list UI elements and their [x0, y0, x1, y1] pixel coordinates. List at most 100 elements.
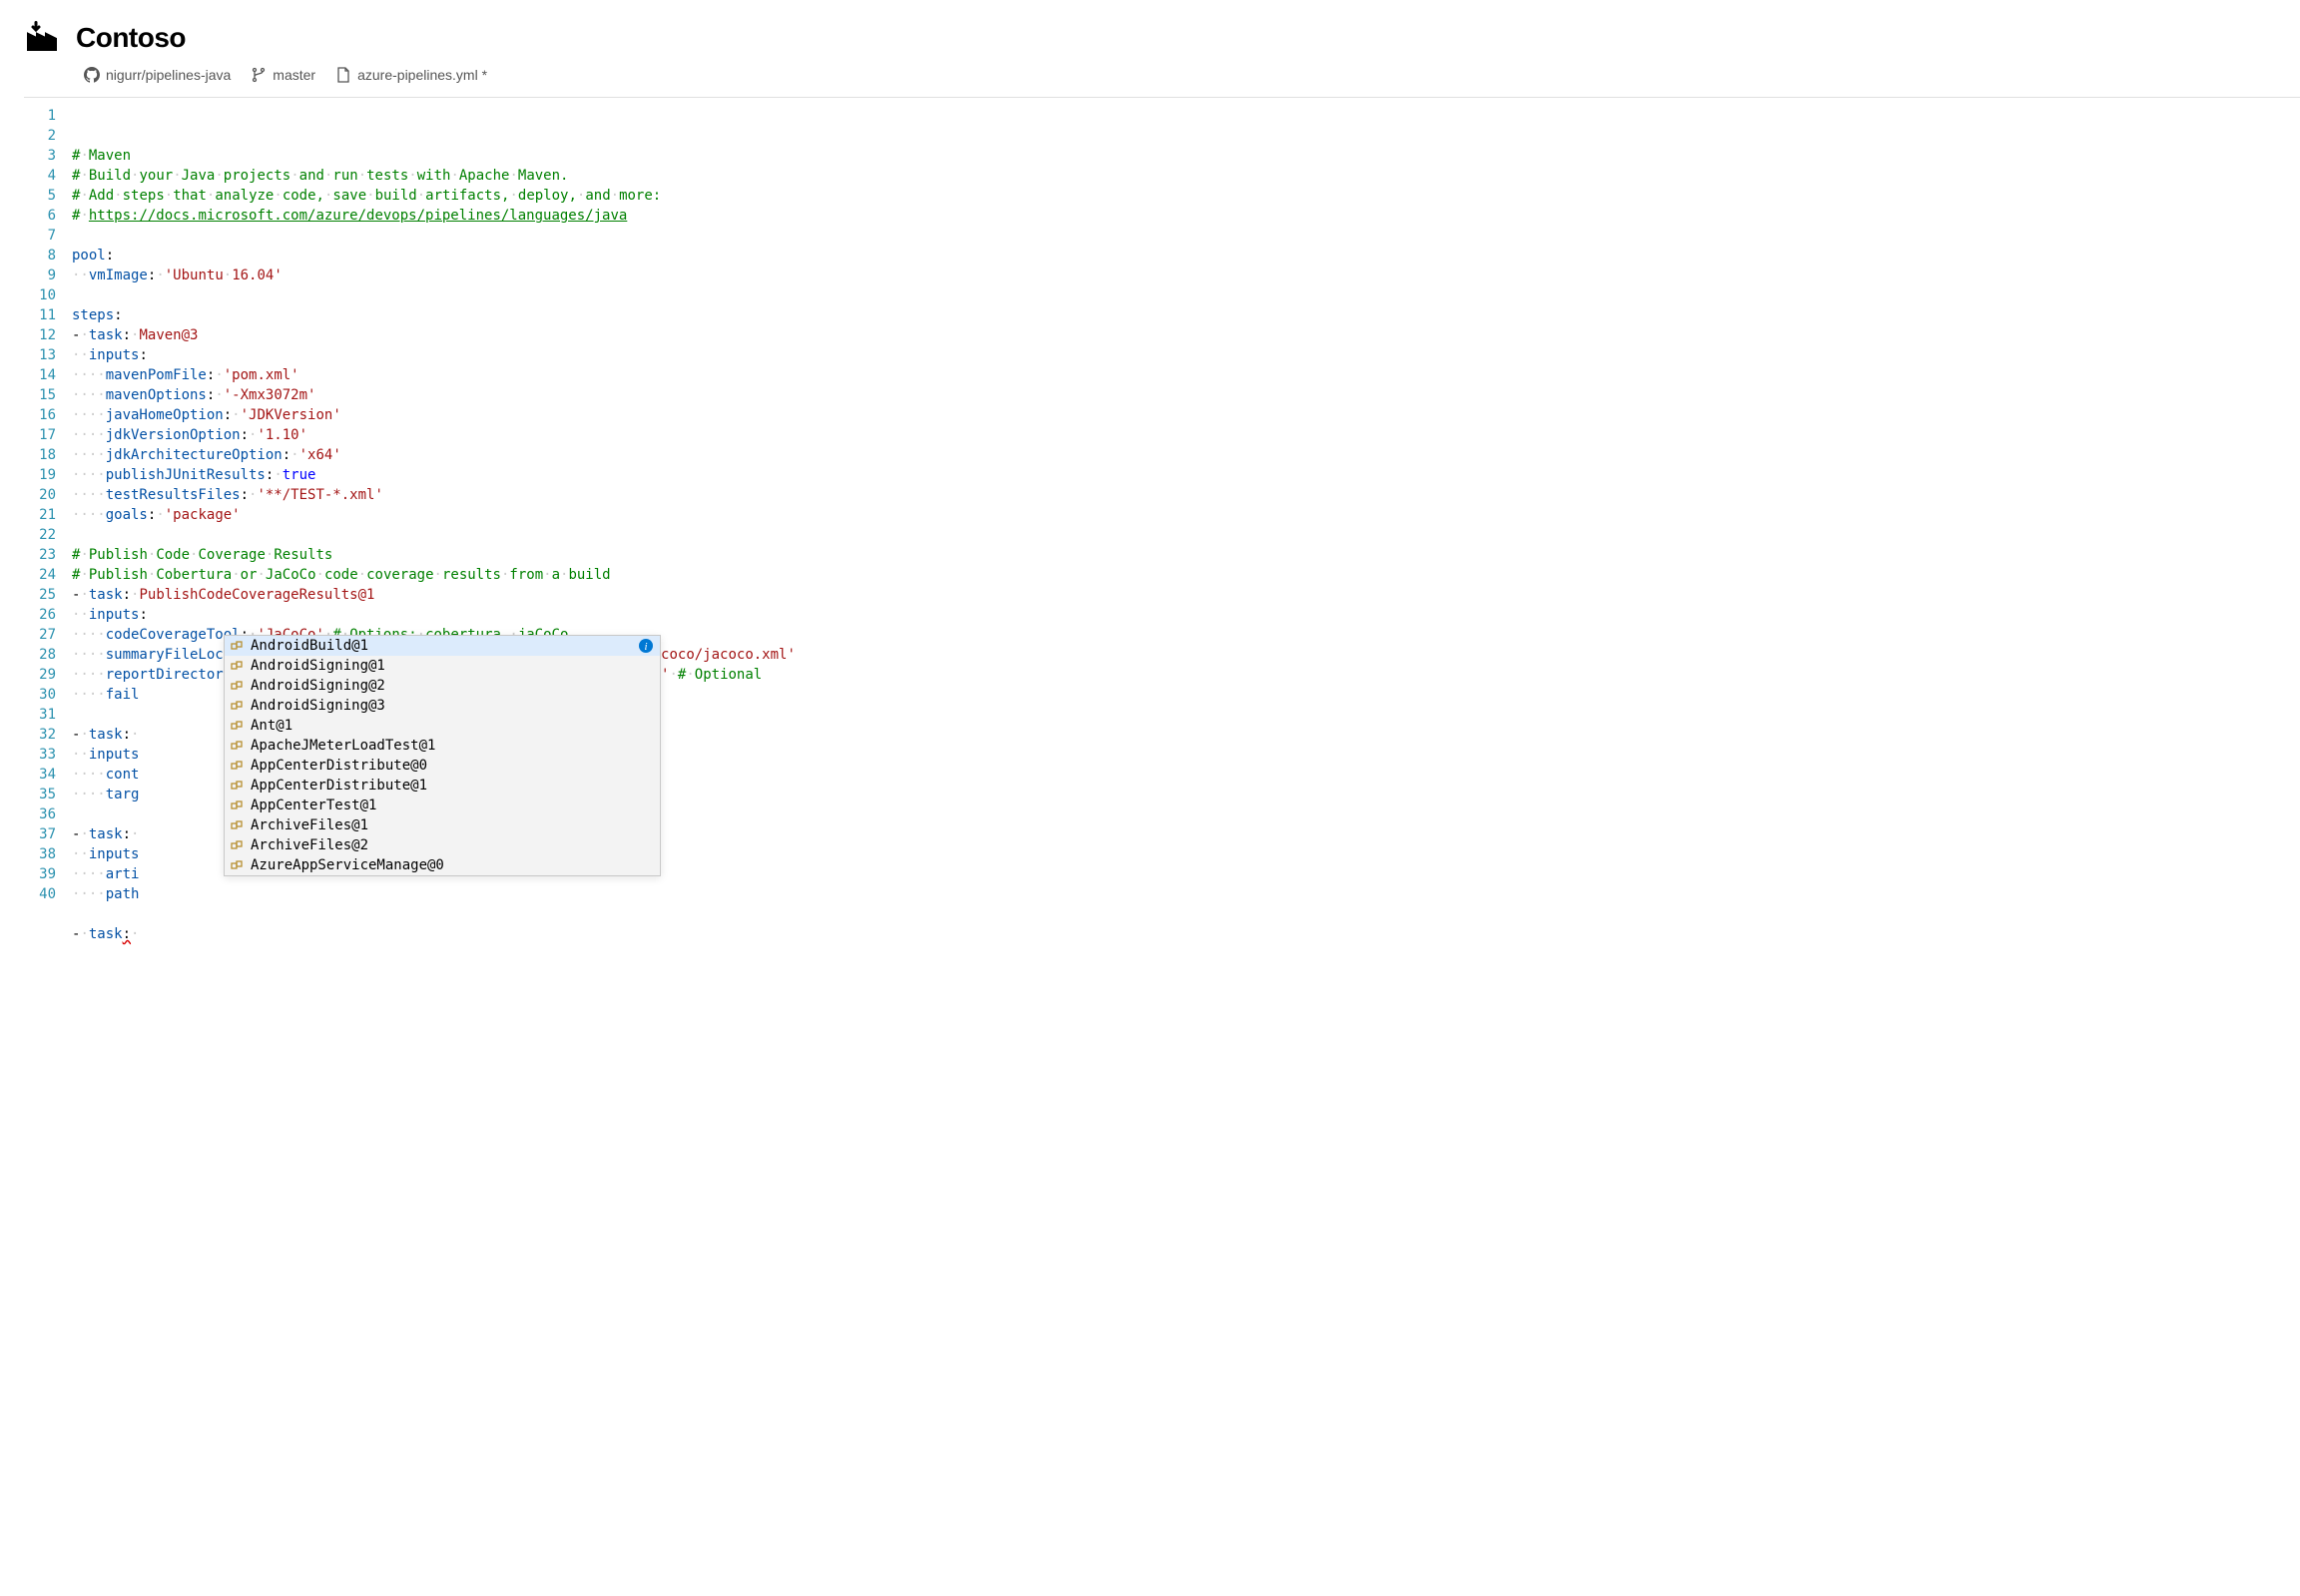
header: Contoso: [0, 0, 2300, 57]
autocomplete-label: Ant@1: [251, 716, 654, 736]
line-number: 26: [24, 605, 56, 625]
code-line[interactable]: ··vmImage:·'Ubuntu·16.04': [68, 266, 2300, 285]
line-number: 16: [24, 405, 56, 425]
code-content[interactable]: #·Maven#·Build·your·Java·projects·and·ru…: [68, 98, 2300, 992]
line-number: 37: [24, 824, 56, 844]
autocomplete-label: AppCenterDistribute@0: [251, 756, 654, 776]
line-number: 24: [24, 565, 56, 585]
module-icon: [231, 719, 245, 733]
line-number: 30: [24, 685, 56, 705]
code-line[interactable]: ··inputs:: [68, 605, 2300, 625]
code-line[interactable]: ····path: [68, 884, 2300, 904]
line-number: 8: [24, 246, 56, 266]
code-line[interactable]: ····jdkVersionOption:·'1.10': [68, 425, 2300, 445]
line-number: 17: [24, 425, 56, 445]
code-line[interactable]: #·Maven: [68, 146, 2300, 166]
autocomplete-label: AndroidSigning@3: [251, 696, 654, 716]
line-number: 22: [24, 525, 56, 545]
line-number: 33: [24, 745, 56, 765]
line-number: 27: [24, 625, 56, 645]
code-line[interactable]: ····publishJUnitResults:·true: [68, 465, 2300, 485]
module-icon: [231, 739, 245, 753]
autocomplete-label: ArchiveFiles@2: [251, 835, 654, 855]
breadcrumb-file[interactable]: azure-pipelines.yml *: [335, 67, 487, 83]
code-line[interactable]: -·task:·: [68, 924, 2300, 944]
autocomplete-item[interactable]: ArchiveFiles@1: [225, 815, 660, 835]
code-line[interactable]: steps:: [68, 305, 2300, 325]
line-number: 3: [24, 146, 56, 166]
code-line[interactable]: pool:: [68, 246, 2300, 266]
autocomplete-item[interactable]: Ant@1: [225, 716, 660, 736]
line-number: 31: [24, 705, 56, 725]
module-icon: [231, 818, 245, 832]
breadcrumb-repo-label: nigurr/pipelines-java: [106, 67, 231, 83]
autocomplete-item[interactable]: AppCenterTest@1: [225, 796, 660, 815]
line-number: 34: [24, 765, 56, 785]
line-number: 6: [24, 206, 56, 226]
line-number: 40: [24, 884, 56, 904]
autocomplete-label: AndroidBuild@1: [251, 636, 632, 656]
module-icon: [231, 639, 245, 653]
breadcrumb-branch[interactable]: master: [251, 67, 315, 83]
code-line[interactable]: #·Build·your·Java·projects·and·run·tests…: [68, 166, 2300, 186]
autocomplete-item[interactable]: AndroidSigning@3: [225, 696, 660, 716]
autocomplete-item[interactable]: ArchiveFiles@2: [225, 835, 660, 855]
line-number: 1: [24, 106, 56, 126]
autocomplete-popup[interactable]: AndroidBuild@1iAndroidSigning@1AndroidSi…: [224, 635, 661, 876]
line-number: 2: [24, 126, 56, 146]
code-line[interactable]: ····goals:·'package': [68, 505, 2300, 525]
code-editor[interactable]: 1234567891011121314151617181920212223242…: [24, 98, 2300, 992]
code-line[interactable]: #·https://docs.microsoft.com/azure/devop…: [68, 206, 2300, 226]
line-number: 4: [24, 166, 56, 186]
code-line[interactable]: ····jdkArchitectureOption:·'x64': [68, 445, 2300, 465]
line-number: 38: [24, 844, 56, 864]
code-line[interactable]: ····javaHomeOption:·'JDKVersion': [68, 405, 2300, 425]
autocomplete-item[interactable]: AndroidSigning@2: [225, 676, 660, 696]
autocomplete-label: AppCenterTest@1: [251, 796, 654, 815]
line-number: 13: [24, 345, 56, 365]
code-line[interactable]: -·task:·PublishCodeCoverageResults@1: [68, 585, 2300, 605]
line-number: 18: [24, 445, 56, 465]
code-line[interactable]: -·task:·Maven@3: [68, 325, 2300, 345]
autocomplete-item[interactable]: AppCenterDistribute@0: [225, 756, 660, 776]
info-icon[interactable]: i: [638, 638, 654, 654]
module-icon: [231, 699, 245, 713]
github-icon: [84, 67, 100, 83]
line-number: 35: [24, 785, 56, 804]
code-line[interactable]: [68, 226, 2300, 246]
code-line[interactable]: ··inputs:: [68, 345, 2300, 365]
code-line[interactable]: ····testResultsFiles:·'**/TEST-*.xml': [68, 485, 2300, 505]
module-icon: [231, 759, 245, 773]
code-line[interactable]: [68, 904, 2300, 924]
autocomplete-item[interactable]: ApacheJMeterLoadTest@1: [225, 736, 660, 756]
line-number: 36: [24, 804, 56, 824]
line-number: 25: [24, 585, 56, 605]
line-number: 12: [24, 325, 56, 345]
autocomplete-label: ArchiveFiles@1: [251, 815, 654, 835]
code-line[interactable]: #·Publish·Cobertura·or·JaCoCo·code·cover…: [68, 565, 2300, 585]
line-number: 19: [24, 465, 56, 485]
module-icon: [231, 798, 245, 812]
autocomplete-label: AzureAppServiceManage@0: [251, 855, 654, 875]
code-line[interactable]: #·Publish·Code·Coverage·Results: [68, 545, 2300, 565]
line-number: 11: [24, 305, 56, 325]
code-line[interactable]: [68, 525, 2300, 545]
autocomplete-item[interactable]: AndroidBuild@1 i: [225, 636, 660, 656]
breadcrumb-file-label: azure-pipelines.yml *: [357, 67, 487, 83]
file-icon: [335, 67, 351, 83]
breadcrumb-repo[interactable]: nigurr/pipelines-java: [84, 67, 231, 83]
module-icon: [231, 779, 245, 793]
page-title: Contoso: [76, 22, 186, 54]
code-line[interactable]: #·Add·steps·that·analyze·code,·save·buil…: [68, 186, 2300, 206]
code-line[interactable]: [68, 285, 2300, 305]
autocomplete-item[interactable]: AppCenterDistribute@1: [225, 776, 660, 796]
line-number: 10: [24, 285, 56, 305]
line-number: 14: [24, 365, 56, 385]
autocomplete-item[interactable]: AndroidSigning@1: [225, 656, 660, 676]
line-number: 9: [24, 266, 56, 285]
autocomplete-item[interactable]: AzureAppServiceManage@0: [225, 855, 660, 875]
autocomplete-label: AndroidSigning@2: [251, 676, 654, 696]
line-number: 15: [24, 385, 56, 405]
code-line[interactable]: ····mavenPomFile:·'pom.xml': [68, 365, 2300, 385]
code-line[interactable]: ····mavenOptions:·'-Xmx3072m': [68, 385, 2300, 405]
